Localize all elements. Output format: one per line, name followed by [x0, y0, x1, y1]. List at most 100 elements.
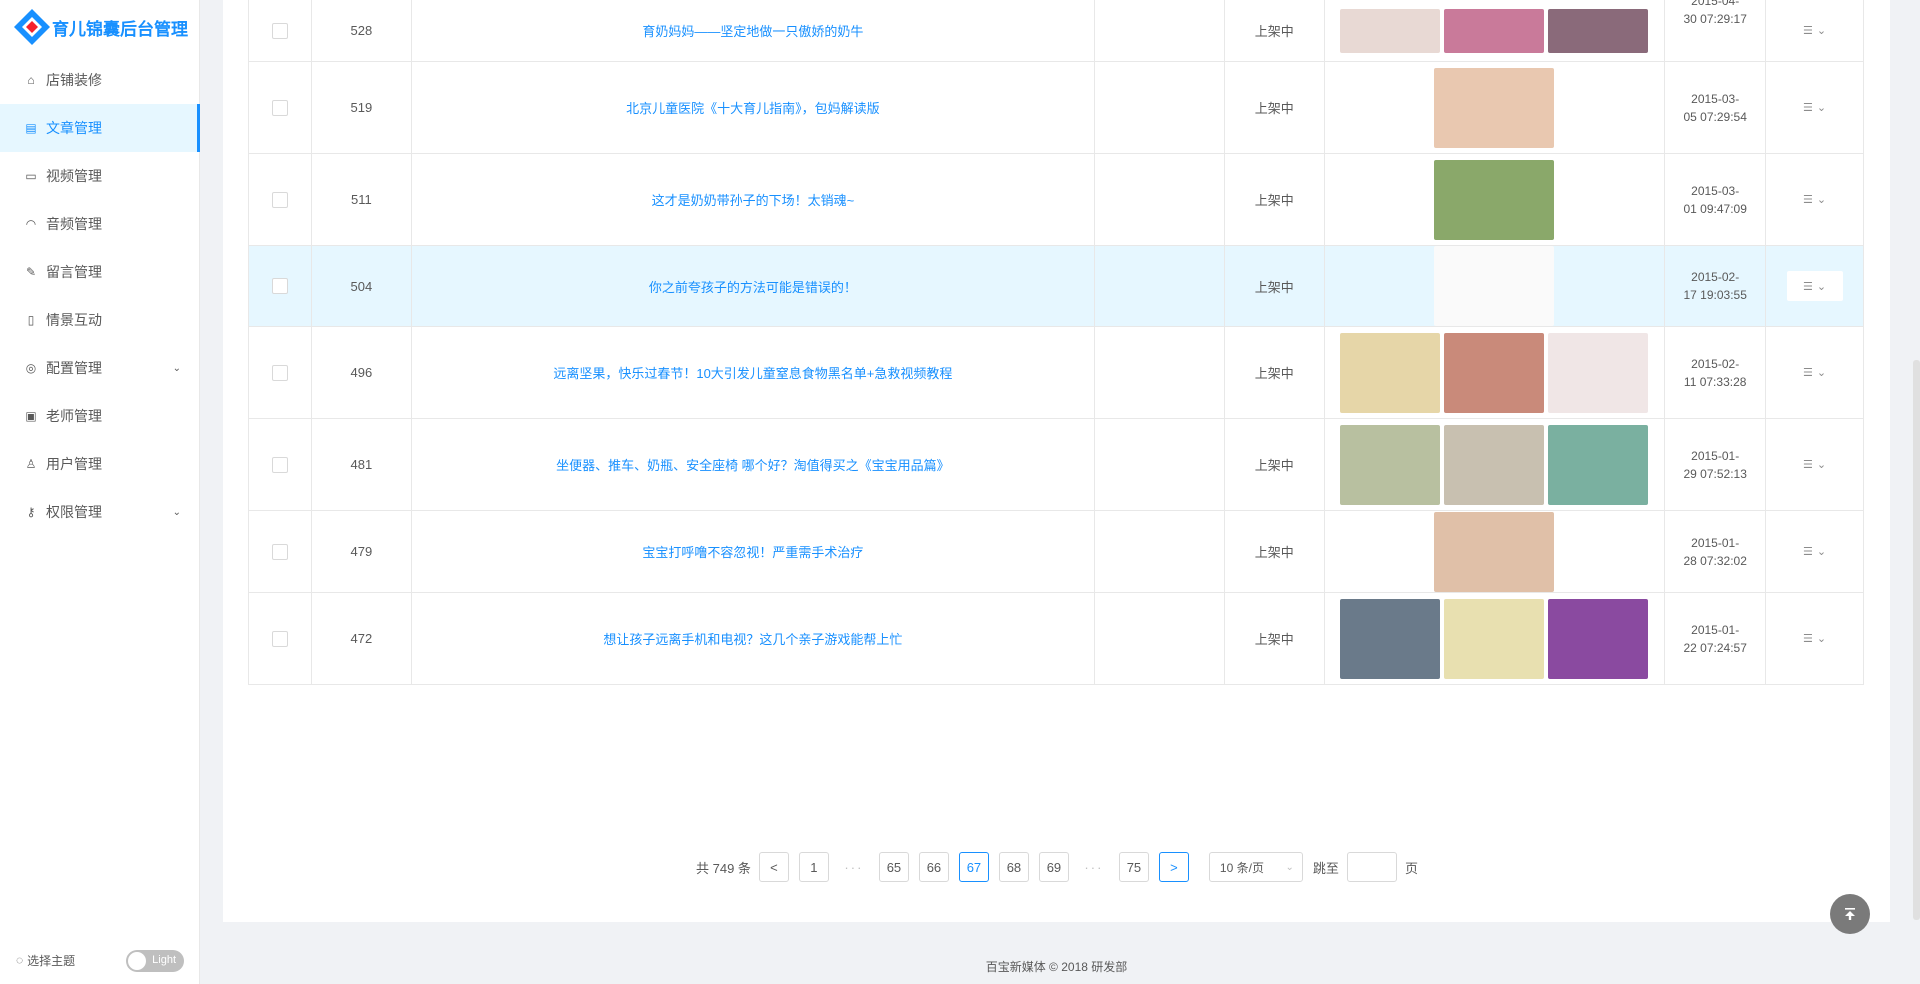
title-link[interactable]: 宝宝打呼噜不容忽视！严重需手术治疗: [412, 511, 1095, 592]
action-cell: ☰ ⌄: [1766, 62, 1863, 153]
ellipsis-prev[interactable]: ···: [839, 860, 869, 875]
thumbnail-image[interactable]: [1340, 424, 1441, 505]
sidebar-item-4[interactable]: ✎ 留言管理: [0, 248, 199, 296]
edit-icon: ✎: [25, 265, 37, 279]
thumbnail-image[interactable]: [1548, 424, 1649, 505]
table-row: 511 这才是奶奶带孙子的下场！太销魂~ 上架中 2015-03- 01 09:47:0…: [249, 154, 1863, 246]
chevron-down-icon: ⌄: [1816, 194, 1827, 206]
sidebar-item-7[interactable]: ▣ 老师管理: [0, 392, 199, 440]
sidebar-item-0[interactable]: ⌂ 店铺装修: [0, 56, 199, 104]
thumbnail-image[interactable]: [1548, 8, 1649, 53]
more-actions-button[interactable]: ☰ ⌄: [1786, 271, 1843, 301]
title-link[interactable]: 北京儿童医院《十大育儿指南》，包妈解读版: [412, 62, 1095, 153]
sidebar-item-9[interactable]: ⚷ 权限管理 ⌄: [0, 488, 199, 536]
app-title: 育儿锦囊后台管理: [52, 19, 188, 39]
sidebar-item-3[interactable]: ◠ 音频管理: [0, 200, 199, 248]
row-checkbox[interactable]: [271, 22, 288, 39]
date-line: 2015-01-: [1691, 448, 1740, 463]
more-actions-button[interactable]: ☰ ⌄: [1787, 16, 1843, 46]
title-link[interactable]: 这才是奶奶带孙子的下场！太销魂~: [412, 154, 1095, 245]
image-cell: [1325, 419, 1666, 510]
row-checkbox[interactable]: [271, 278, 288, 294]
thumbnail-image[interactable]: [1340, 598, 1441, 679]
id-cell: 479: [312, 511, 412, 592]
page-first[interactable]: 1: [798, 852, 829, 882]
row-checkbox[interactable]: [271, 456, 288, 473]
image-cell: [1325, 511, 1666, 592]
date-line: 2015-02-: [1691, 356, 1740, 371]
sidebar-item-label: 留言管理: [46, 264, 102, 280]
contacts-icon: ▣: [25, 409, 37, 423]
footer: 百宝新媒体 © 2018 研发部: [985, 960, 1128, 974]
title-link[interactable]: 育奶妈妈——坚定地做一只傲娇的奶牛: [412, 0, 1095, 61]
page-size-select[interactable]: 10 条/页 ⌄: [1208, 852, 1303, 882]
page-66[interactable]: 66: [918, 852, 949, 882]
back-to-top-button[interactable]: [1830, 894, 1870, 934]
row-checkbox[interactable]: [271, 364, 288, 381]
thumbnail-image[interactable]: [1434, 159, 1555, 240]
more-actions-button[interactable]: ☰ ⌄: [1787, 537, 1843, 567]
menu-icon: ☰: [1803, 194, 1813, 206]
ellipsis-next[interactable]: ···: [1079, 860, 1109, 875]
title-link[interactable]: 远离坚果，快乐过春节！10大引发儿童窒息食物黑名单+急救视频教程: [412, 327, 1095, 418]
sidebar-item-8[interactable]: ♙ 用户管理: [0, 440, 199, 488]
prev-page-button[interactable]: <: [758, 852, 789, 882]
chevron-down-icon: ⌄: [1816, 280, 1827, 293]
row-checkbox[interactable]: [271, 630, 288, 647]
page-69[interactable]: 69: [1038, 852, 1069, 882]
empty-cell: [1095, 593, 1225, 684]
row-checkbox[interactable]: [271, 543, 288, 560]
chevron-down-icon: ⌄: [172, 362, 181, 374]
page-last[interactable]: 75: [1118, 852, 1149, 882]
page-current[interactable]: 67: [958, 852, 989, 882]
action-cell: ☰ ⌄: [1766, 593, 1863, 684]
thumbnail-image[interactable]: [1548, 332, 1649, 413]
more-actions-button[interactable]: ☰ ⌄: [1787, 624, 1843, 654]
more-actions-button[interactable]: ☰ ⌄: [1787, 93, 1843, 123]
id-cell: 472: [312, 593, 412, 684]
thumbnail-image[interactable]: [1548, 598, 1649, 679]
checkbox-cell: [249, 246, 312, 326]
theme-toggle[interactable]: Light: [126, 950, 184, 972]
more-actions-button[interactable]: ☰ ⌄: [1787, 450, 1843, 480]
more-actions-button[interactable]: ☰ ⌄: [1787, 185, 1843, 215]
thumbnail-image[interactable]: [1444, 424, 1545, 505]
next-page-button[interactable]: >: [1158, 852, 1189, 882]
thumbnail-image[interactable]: [1444, 598, 1545, 679]
page-68[interactable]: 68: [998, 852, 1029, 882]
sidebar-item-6[interactable]: ◎ 配置管理 ⌄: [0, 344, 199, 392]
menu-icon: ☰: [1803, 546, 1813, 558]
title-link[interactable]: 你之前夸孩子的方法可能是错误的！: [412, 246, 1095, 326]
chevron-down-icon: ⌄: [1816, 367, 1827, 379]
sidebar-item-2[interactable]: ▭ 视频管理: [0, 152, 199, 200]
jump-input[interactable]: [1346, 852, 1397, 882]
thumbnail-image[interactable]: [1340, 332, 1441, 413]
more-actions-button[interactable]: ☰ ⌄: [1787, 358, 1843, 388]
arrow-up-icon: [1845, 908, 1855, 920]
thumbnail-image[interactable]: [1434, 511, 1555, 592]
id-cell: 511: [312, 154, 412, 245]
thumbnail-image[interactable]: [1340, 8, 1441, 53]
theme-switcher: ◌ 选择主题 Light: [0, 936, 200, 984]
page-65[interactable]: 65: [878, 852, 909, 882]
title-link[interactable]: 想让孩子远离手机和电视？这几个亲子游戏能帮上忙: [412, 593, 1095, 684]
checkbox-cell: [249, 511, 312, 592]
status-cell: 上架中: [1225, 511, 1325, 592]
toggle-knob: [128, 952, 146, 970]
title-link[interactable]: 坐便器、推车、奶瓶、安全座椅 哪个好？淘值得买之《宝宝用品篇》: [412, 419, 1095, 510]
logo[interactable]: 育儿锦囊后台管理: [0, 0, 199, 54]
video-icon: ▭: [25, 169, 37, 183]
thumbnail-image[interactable]: [1444, 332, 1545, 413]
menu-icon: ☰: [1803, 280, 1813, 293]
sidebar-item-1[interactable]: ▤ 文章管理: [0, 104, 200, 152]
thumbnail-image[interactable]: [1434, 67, 1555, 148]
date-line: 2015-03-: [1691, 91, 1740, 106]
sidebar-item-5[interactable]: ▯ 情景互动: [0, 296, 199, 344]
row-checkbox[interactable]: [271, 191, 288, 208]
scrollbar[interactable]: [1913, 360, 1920, 920]
thumbnail-image[interactable]: [1434, 246, 1555, 326]
thumbnail-image[interactable]: [1444, 8, 1545, 53]
row-checkbox[interactable]: [271, 99, 288, 116]
chevron-down-icon: ⌄: [1816, 25, 1827, 37]
bulb-icon: ◌: [16, 953, 24, 967]
